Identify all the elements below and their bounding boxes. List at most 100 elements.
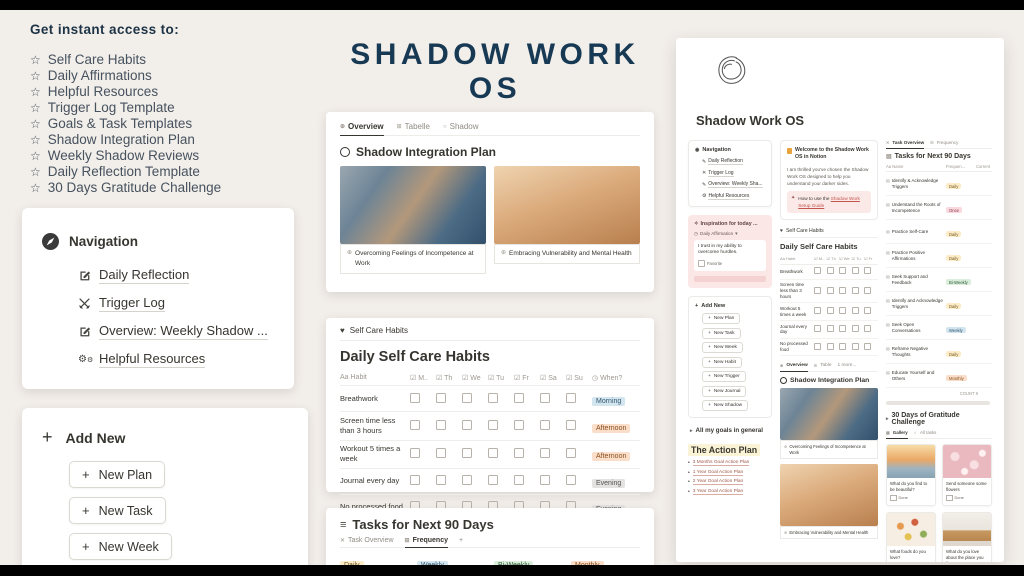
goals-toggle[interactable]: ▸ All my goals in general xyxy=(690,427,772,434)
checkbox[interactable] xyxy=(488,392,498,403)
breadcrumb[interactable]: ♥ Self Care Habits xyxy=(340,326,640,341)
checkbox[interactable] xyxy=(514,475,524,486)
checkbox[interactable] xyxy=(814,267,821,275)
checkbox[interactable] xyxy=(851,267,859,275)
checkbox[interactable] xyxy=(488,448,498,459)
checkbox[interactable] xyxy=(814,342,821,350)
checkbox[interactable] xyxy=(540,392,550,403)
notion-nav-link[interactable]: ✎ Daily Reflection xyxy=(702,158,765,165)
checkbox[interactable] xyxy=(436,475,446,486)
checkbox[interactable] xyxy=(540,448,550,459)
checkbox[interactable] xyxy=(436,392,446,403)
checkbox[interactable] xyxy=(851,286,859,294)
checkbox[interactable] xyxy=(839,286,846,294)
notion-task-row[interactable]: ▤ Reframe Negative Thoughts Daily xyxy=(886,340,992,364)
gallery-card[interactable]: Send someone some flowers Done xyxy=(942,444,992,507)
gallery-card[interactable]: What foods do you love? Done xyxy=(886,512,936,562)
checkbox[interactable] xyxy=(814,286,821,294)
daily-affirmation-toggle[interactable]: ◷ Daily Affirmation ▾ xyxy=(694,231,766,237)
checkbox[interactable] xyxy=(566,392,576,403)
notion-new-button[interactable]: + New Task xyxy=(702,327,741,339)
notion-nav-link[interactable]: ✎ Overview: Weekly Sha... xyxy=(702,181,765,188)
plan-page-vulnerability[interactable]: ⊕ Embracing Vulnerability and Mental Heal… xyxy=(494,166,640,274)
tab-frequency[interactable]: ⊞ Frequency xyxy=(930,140,958,145)
checkbox[interactable] xyxy=(514,420,524,431)
breadcrumb[interactable]: ♥ Self Care Habits xyxy=(780,228,878,238)
checkbox[interactable] xyxy=(864,342,871,350)
checkbox[interactable] xyxy=(814,307,821,315)
checkbox[interactable] xyxy=(488,475,498,486)
checkbox[interactable] xyxy=(540,475,550,486)
checkbox[interactable] xyxy=(514,392,524,403)
nav-link-trigger-log[interactable]: Trigger Log xyxy=(78,295,274,312)
notion-new-button[interactable]: + New Week xyxy=(702,342,743,354)
notion-task-row[interactable]: ▤ Identify and Acknowledge Triggers Daily xyxy=(886,292,992,316)
notion-plan-page[interactable]: ⊕ Embracing Vulnerability and Mental Heal… xyxy=(780,464,878,540)
new-week-button[interactable]: + New Week xyxy=(69,533,172,560)
nav-link-weekly-overview[interactable]: Overview: Weekly Shadow ... xyxy=(78,323,274,340)
horizontal-scrollbar[interactable] xyxy=(886,401,990,405)
nav-link-daily-reflection[interactable]: Daily Reflection xyxy=(78,267,274,284)
notion-new-button[interactable]: + New Journal xyxy=(702,385,747,397)
new-task-button[interactable]: + New Task xyxy=(69,497,166,524)
notion-task-row[interactable]: ▤ Practice Positive Affirmations Daily xyxy=(886,244,992,268)
when-tag[interactable]: Afternoon xyxy=(592,424,631,434)
tab-frequency[interactable]: ⊞ Frequency xyxy=(404,537,448,548)
checkbox[interactable] xyxy=(410,392,420,403)
gallery-card[interactable]: What do you find to be beautiful? Done xyxy=(886,444,936,507)
done-checkbox[interactable] xyxy=(890,494,897,502)
tab-task-overview[interactable]: ✕ Task Overview xyxy=(886,140,925,149)
notion-new-button[interactable]: + New Plan xyxy=(702,313,741,325)
checkbox[interactable] xyxy=(436,448,446,459)
tab-overview[interactable]: ⊕ Overview xyxy=(780,363,808,373)
notion-task-row[interactable]: ▤ Identify & Acknowledge Triggers Daily xyxy=(886,172,992,196)
checkbox[interactable] xyxy=(826,324,834,332)
tab-table[interactable]: ⊞ Table xyxy=(814,363,832,368)
plan-page-office[interactable]: ⊕ Overcoming Feelings of Incompetence at … xyxy=(340,166,486,274)
when-tag[interactable]: Evening xyxy=(592,479,626,489)
checkbox[interactable] xyxy=(851,342,859,350)
checkbox[interactable] xyxy=(566,448,576,459)
tab-task-overview[interactable]: ✕ Task Overview xyxy=(340,537,394,544)
checkbox[interactable] xyxy=(839,342,846,350)
notion-nav-link[interactable]: ⚙ Helpful Resources xyxy=(702,193,765,200)
checkbox[interactable] xyxy=(566,475,576,486)
action-plan-link[interactable]: • 1 Year Goal Action Plan xyxy=(688,470,772,476)
checkbox[interactable] xyxy=(462,392,472,403)
checkbox[interactable] xyxy=(410,448,420,459)
tab-gallery[interactable]: ▦ Gallery xyxy=(886,430,908,439)
checkbox[interactable] xyxy=(851,324,859,332)
checkbox[interactable] xyxy=(839,307,846,315)
when-tag[interactable]: Morning xyxy=(592,396,626,406)
checkbox[interactable] xyxy=(462,448,472,459)
nav-link-helpful-resources[interactable]: ⚙⚙ Helpful Resources xyxy=(78,351,274,368)
checkbox[interactable] xyxy=(462,475,472,486)
notion-new-button[interactable]: + New Shadow xyxy=(702,400,749,412)
checkbox[interactable] xyxy=(839,267,846,275)
tab-all-tasks[interactable]: ✓ All tasks xyxy=(914,430,937,435)
tab-tabelle[interactable]: ⊞ Tabelle xyxy=(397,122,430,131)
action-plan-link[interactable]: • 2 Year Goal Action Plan xyxy=(688,479,772,486)
notion-task-row[interactable]: ▤ Understand the Roots of Incompetence Onc… xyxy=(886,196,992,220)
checkbox[interactable] xyxy=(540,420,550,431)
when-tag[interactable]: Afternoon xyxy=(592,452,631,462)
checkbox[interactable] xyxy=(410,475,420,486)
notion-plan-page[interactable]: ⊕ Overcoming Feelings of Incompetence at … xyxy=(780,388,878,460)
gallery-card[interactable]: What do you love about the place you liv… xyxy=(942,512,992,562)
new-plan-button[interactable]: + New Plan xyxy=(69,461,166,488)
done-checkbox[interactable] xyxy=(946,494,953,502)
checkbox[interactable] xyxy=(864,267,871,275)
tab-shadow[interactable]: ○ Shadow xyxy=(443,122,479,131)
tab-overview[interactable]: ⊕ Overview xyxy=(340,122,384,136)
checkbox[interactable] xyxy=(826,307,834,315)
notion-new-button[interactable]: + New Habit xyxy=(702,356,742,368)
notion-task-row[interactable]: ▤ Seek Open Conversations Weekly xyxy=(886,316,992,340)
checkbox[interactable] xyxy=(864,324,871,332)
add-view-button[interactable]: + xyxy=(459,537,463,544)
tab-more[interactable]: 1 more... xyxy=(838,363,857,368)
notion-new-button[interactable]: + New Trigger xyxy=(702,371,746,383)
checkbox[interactable] xyxy=(864,307,871,315)
checkbox[interactable] xyxy=(826,286,834,294)
checkbox[interactable] xyxy=(488,420,498,431)
checkbox[interactable] xyxy=(851,307,859,315)
